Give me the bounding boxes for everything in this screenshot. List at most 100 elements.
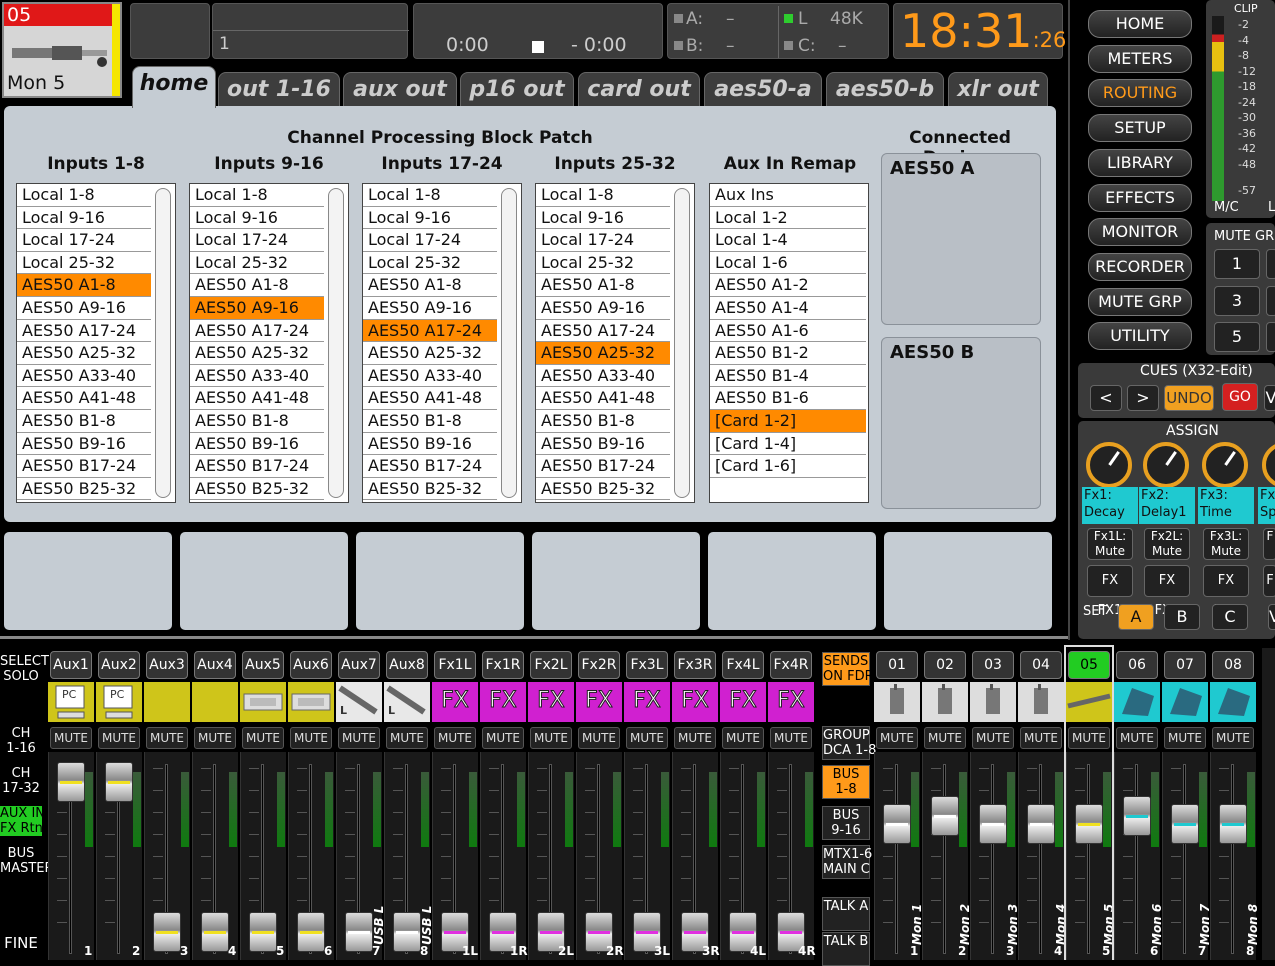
nav-setup-button[interactable]: SETUP xyxy=(1088,114,1192,143)
fader-knob[interactable] xyxy=(249,912,277,952)
mute-button[interactable]: MUTE xyxy=(194,727,236,749)
cue-next-button[interactable]: > xyxy=(1127,385,1159,411)
mute-button[interactable]: MUTE xyxy=(530,727,572,749)
mute-button[interactable]: MUTE xyxy=(1212,727,1254,749)
set-c-button[interactable]: C xyxy=(1212,604,1248,630)
strip-name[interactable]: Fx3L xyxy=(626,651,668,679)
patch-option[interactable]: Local 25-32 xyxy=(363,252,497,275)
strip-name[interactable]: Fx1R xyxy=(482,651,524,679)
assign-knob[interactable] xyxy=(1202,442,1248,488)
strip-name[interactable]: 06 xyxy=(1116,651,1158,679)
undo-button[interactable]: UNDO xyxy=(1164,385,1214,411)
patch-list[interactable]: Aux Ins Local 1-2 Local 1-4 Local 1-6 AES50 … xyxy=(709,183,869,503)
fx-select-button[interactable]: F xyxy=(1263,565,1275,597)
patch-option[interactable]: AES50 A9-16 xyxy=(536,297,670,320)
mixer-mode-button[interactable]: FINE xyxy=(0,936,42,951)
fader-knob[interactable] xyxy=(883,804,911,844)
mute-button[interactable]: MUTE xyxy=(482,727,524,749)
patch-option[interactable]: Local 9-16 xyxy=(363,207,497,230)
list-scrollbar[interactable] xyxy=(674,188,690,498)
fader-knob[interactable] xyxy=(979,804,1007,844)
patch-option[interactable]: AES50 A33-40 xyxy=(363,365,497,388)
mute-button[interactable]: MUTE xyxy=(626,727,668,749)
layer-button[interactable]: TALK A xyxy=(822,897,870,931)
assign-knob[interactable] xyxy=(1086,442,1132,488)
patch-option[interactable]: Local 9-16 xyxy=(536,207,670,230)
strip-name[interactable]: Fx1L xyxy=(434,651,476,679)
strip-name[interactable]: Aux4 xyxy=(194,651,236,679)
patch-option[interactable]: AES50 B1-8 xyxy=(536,410,670,433)
mute-button[interactable]: MUTE xyxy=(50,727,92,749)
mixer-mode-button[interactable]: CH 17-32 xyxy=(0,766,42,796)
fader-knob[interactable] xyxy=(57,762,85,802)
fx-mute-button[interactable]: Fx2L: Mute xyxy=(1144,528,1190,560)
mute-button[interactable]: MUTE xyxy=(674,727,716,749)
nav-home-button[interactable]: HOME xyxy=(1088,10,1192,38)
patch-option[interactable]: AES50 A25-32 xyxy=(536,342,670,365)
fx-mute-button[interactable]: Fx3L: Mute xyxy=(1203,528,1249,560)
patch-option[interactable]: Local 1-2 xyxy=(710,207,866,230)
strip-name[interactable]: Aux5 xyxy=(242,651,284,679)
mute-button[interactable]: MUTE xyxy=(1116,727,1158,749)
strip-name[interactable]: 08 xyxy=(1212,651,1254,679)
mute-button[interactable]: MUTE xyxy=(434,727,476,749)
fx-mute-button[interactable]: F xyxy=(1263,528,1275,560)
strip-name[interactable]: Fx3R xyxy=(674,651,716,679)
patch-option[interactable]: AES50 B9-16 xyxy=(190,433,324,456)
patch-option[interactable]: Local 17-24 xyxy=(536,229,670,252)
patch-option[interactable]: AES50 A25-32 xyxy=(17,342,151,365)
fx-mute-button[interactable]: Fx1L: Mute xyxy=(1087,528,1133,560)
mixer-mode-button[interactable]: CH 1-16 xyxy=(0,726,42,756)
fader-knob[interactable] xyxy=(201,912,229,952)
mute-button[interactable]: MUTE xyxy=(1068,727,1110,749)
patch-list[interactable]: Local 1-8 Local 9-16 Local 17-24 Local 25-3… xyxy=(535,183,695,503)
strip-name[interactable]: Aux8 xyxy=(386,651,428,679)
patch-option[interactable]: AES50 B1-2 xyxy=(710,342,866,365)
patch-option[interactable]: [Card 1-4] xyxy=(710,433,866,456)
nav-meters-button[interactable]: METERS xyxy=(1088,44,1192,73)
nav-effects-button[interactable]: EFFECTS xyxy=(1088,183,1192,212)
fader-knob[interactable] xyxy=(1123,796,1151,836)
strip-name[interactable]: Fx2R xyxy=(578,651,620,679)
nav-mute-grp-button[interactable]: MUTE GRP xyxy=(1088,287,1192,316)
patch-option[interactable]: Local 17-24 xyxy=(363,229,497,252)
patch-option[interactable]: Local 25-32 xyxy=(190,252,324,275)
tab-p16-out[interactable]: p16 out xyxy=(460,72,574,106)
mute-group-5-button[interactable]: 5 xyxy=(1214,322,1260,352)
mute-button[interactable]: MUTE xyxy=(242,727,284,749)
layer-button[interactable]: BUS 9-16 xyxy=(822,806,870,840)
patch-option[interactable]: Local 1-4 xyxy=(710,229,866,252)
patch-option[interactable]: AES50 B9-16 xyxy=(363,433,497,456)
go-button[interactable]: GO xyxy=(1222,383,1258,411)
patch-option[interactable]: AES50 B1-6 xyxy=(710,387,866,410)
patch-option[interactable]: AES50 A41-48 xyxy=(190,387,324,410)
patch-option[interactable]: AES50 A17-24 xyxy=(190,320,324,343)
layer-button[interactable]: GROUP DCA 1-8 xyxy=(822,726,876,760)
patch-option[interactable]: AES50 A25-32 xyxy=(190,342,324,365)
patch-option[interactable]: Aux Ins xyxy=(710,184,866,207)
patch-option[interactable]: Local 25-32 xyxy=(17,252,151,275)
list-scrollbar[interactable] xyxy=(328,188,344,498)
patch-option[interactable]: AES50 B1-8 xyxy=(190,410,324,433)
patch-option[interactable]: AES50 A9-16 xyxy=(190,296,324,320)
fader-knob[interactable] xyxy=(1171,804,1199,844)
nav-recorder-button[interactable]: RECORDER xyxy=(1088,252,1192,281)
layer-button[interactable]: MTX1-6 MAIN C xyxy=(822,845,872,879)
device-box-aes50a[interactable]: AES50 A xyxy=(881,153,1041,325)
patch-option[interactable]: AES50 A1-2 xyxy=(710,274,866,297)
patch-option[interactable]: AES50 B25-32 xyxy=(190,478,324,501)
mixer-mode-button[interactable]: AUX IN FX Rtn xyxy=(0,806,45,836)
track-display[interactable]: 1 xyxy=(212,3,409,59)
strip-name[interactable]: Aux2 xyxy=(98,651,140,679)
channel-badge[interactable]: 05 Mon 5 xyxy=(2,2,122,98)
set-v-button[interactable]: V xyxy=(1268,604,1275,630)
tab-home[interactable]: home xyxy=(132,66,216,108)
nav-utility-button[interactable]: UTILITY xyxy=(1088,322,1192,351)
fader-knob[interactable] xyxy=(153,912,181,952)
fx-select-button[interactable]: FX FX1 xyxy=(1087,565,1133,618)
layer-button[interactable]: BUS 1-8 xyxy=(822,765,870,799)
mute-group-extra-button[interactable] xyxy=(1266,285,1275,316)
strip-name[interactable]: Aux6 xyxy=(290,651,332,679)
fader-knob[interactable] xyxy=(1219,804,1247,844)
fx-select-button[interactable]: FX FX2 xyxy=(1144,565,1190,618)
